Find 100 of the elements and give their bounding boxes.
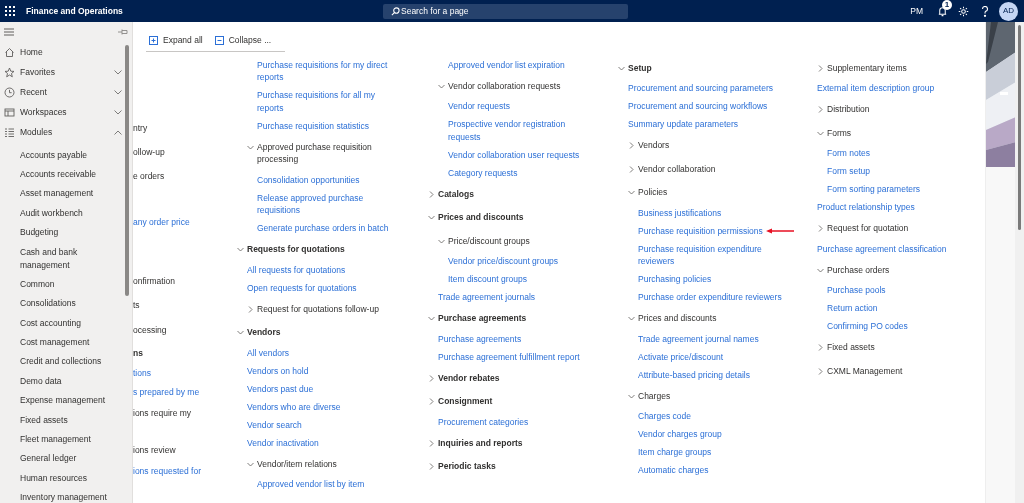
chevron-down-icon[interactable] [237,246,244,253]
nav-link[interactable]: Open requests for quotations [247,281,357,295]
nav-link[interactable]: Purchase requisition permissions [638,224,763,238]
nav-link[interactable]: Purchase agreements [438,332,522,346]
expand-all-button[interactable]: Expand all [149,34,203,47]
nav-group-label[interactable]: Request for quotations follow-up [257,302,379,315]
section-heading[interactable]: Purchase agreements [438,312,527,325]
nav-group-label[interactable]: Policies [638,186,668,199]
nav-link[interactable]: Summary update parameters [628,118,739,131]
nav-item[interactable]: Modules [0,122,132,142]
chevron-right-icon[interactable] [817,106,824,113]
module-item[interactable]: Fleet management [0,429,132,450]
chevron-right-icon[interactable] [428,463,435,470]
module-item[interactable]: Cost accounting [0,313,132,333]
nav-group-label[interactable]: Vendor/item relations [257,457,337,470]
section-heading[interactable]: Setup [628,61,652,74]
module-item[interactable]: Human resources [0,468,132,488]
nav-link[interactable]: Vendor charges group [638,428,722,441]
nav-link[interactable]: Purchasing policies [638,273,712,286]
menu-icon[interactable] [4,28,14,36]
nav-link[interactable]: Purchase agreement classification [817,242,947,256]
chevron-right-icon[interactable] [247,305,254,313]
nav-group-label[interactable]: Charges [638,389,671,402]
nav-link[interactable]: Vendors on hold [247,364,309,378]
chevron-down-icon[interactable] [438,237,445,245]
notification-button[interactable]: 1 [935,4,949,18]
nav-link[interactable]: All requests for quotations [247,263,346,277]
nav-group-label[interactable]: ntry [133,121,237,135]
nav-link[interactable]: Vendor inactivation [247,436,319,450]
chevron-down-icon[interactable] [428,315,435,322]
module-item[interactable]: Asset management [0,184,132,204]
nav-link[interactable]: Automatic charges [638,464,709,477]
chevron-right-icon[interactable] [817,225,824,232]
nav-link[interactable]: ions requested for [133,464,237,478]
section-heading[interactable]: Catalogs [438,187,474,200]
nav-link[interactable]: Trade agreement journals [438,291,535,304]
nav-link[interactable]: Confirming PO codes [827,320,908,333]
nav-item[interactable]: Home [0,42,132,62]
nav-link[interactable]: tions [133,366,237,380]
nav-link[interactable]: Product relationship types [817,201,915,214]
module-item[interactable]: Inventory management [0,487,132,503]
nav-link[interactable]: Procurement and sourcing parameters [628,82,774,95]
module-item[interactable]: Accounts payable [0,145,132,165]
nav-group-label[interactable]: ollow-up [133,145,237,159]
nav-link[interactable]: Vendor requests [448,100,510,113]
nav-link[interactable]: Purchase requisitions for all my reports [257,89,394,115]
section-heading[interactable]: Prices and discounts [438,211,524,224]
nav-link[interactable]: Category requests [448,166,518,180]
nav-link[interactable]: Purchase agreement fulfillment report [438,350,580,364]
nav-group-label[interactable]: Forms [827,126,852,139]
module-item[interactable]: Common [0,274,132,295]
nav-link[interactable]: Trade agreement journal names [638,332,759,346]
chevron-right-icon[interactable] [817,344,824,351]
nav-group-label[interactable]: Price/discount groups [448,234,530,247]
nav-group-label[interactable]: Vendor collaboration requests [448,79,561,92]
module-item[interactable]: Fixed assets [0,410,132,430]
scrollbar-thumb[interactable] [125,45,129,296]
search-field[interactable]: Search for a page [383,3,628,19]
nav-link[interactable]: Vendor price/discount groups [448,255,559,268]
chevron-down-icon[interactable] [817,266,824,274]
nav-link[interactable]: Procurement categories [438,415,529,429]
nav-link[interactable]: Activate price/discount [638,350,724,364]
nav-link[interactable]: Vendors who are diverse [247,400,341,414]
chevron-down-icon[interactable] [628,315,635,322]
chevron-right-icon[interactable] [428,398,435,405]
nav-link[interactable]: Form setup [827,165,870,178]
nav-link[interactable]: All vendors [247,346,290,360]
nav-link[interactable]: Vendors past due [247,382,314,396]
nav-link[interactable]: Form sorting parameters [827,183,921,196]
pin-icon[interactable] [118,28,128,36]
chevron-right-icon[interactable] [428,439,435,447]
nav-group-label[interactable]: Vendors [638,139,670,152]
chevron-down-icon[interactable] [618,64,625,72]
nav-link[interactable]: Form notes [827,147,870,160]
chevron-down-icon[interactable] [428,214,435,221]
nav-group-label[interactable]: onfirmation [133,274,237,288]
nav-group-label[interactable]: ts [133,298,237,312]
nav-link[interactable]: Approved vendor list by item [257,478,365,491]
nav-link[interactable]: Procurement and sourcing workflows [628,100,768,113]
nav-link[interactable]: Purchase requisitions for my direct reports [257,58,394,84]
scrollbar-thumb[interactable] [1018,25,1021,230]
module-item[interactable]: Credit and collections [0,352,132,372]
nav-link[interactable]: Prospective vendor registration requests [448,118,596,144]
chevron-down-icon[interactable] [628,189,635,196]
nav-link[interactable]: Return action [827,302,878,315]
nav-group-label[interactable]: ions require my [133,406,237,420]
nav-link[interactable]: Consolidation opportunities [257,173,360,187]
chevron-right-icon[interactable] [817,367,824,375]
chevron-right-icon[interactable] [428,190,435,198]
settings-icon[interactable] [958,5,969,17]
section-heading[interactable]: Requests for quotations [247,243,345,256]
nav-group-label[interactable]: CXML Management [827,364,903,377]
section-heading[interactable]: Vendor rebates [438,371,500,384]
nav-link[interactable]: Generate purchase orders in batch [257,222,389,235]
section-heading[interactable]: Consignment [438,395,493,408]
module-item[interactable]: Audit workbench [0,203,132,223]
module-item[interactable]: Consolidations [0,294,132,314]
nav-link[interactable]: Vendor collaboration user requests [448,148,580,162]
app-launcher-icon[interactable] [5,6,15,16]
nav-item[interactable]: Favorites [0,62,132,82]
